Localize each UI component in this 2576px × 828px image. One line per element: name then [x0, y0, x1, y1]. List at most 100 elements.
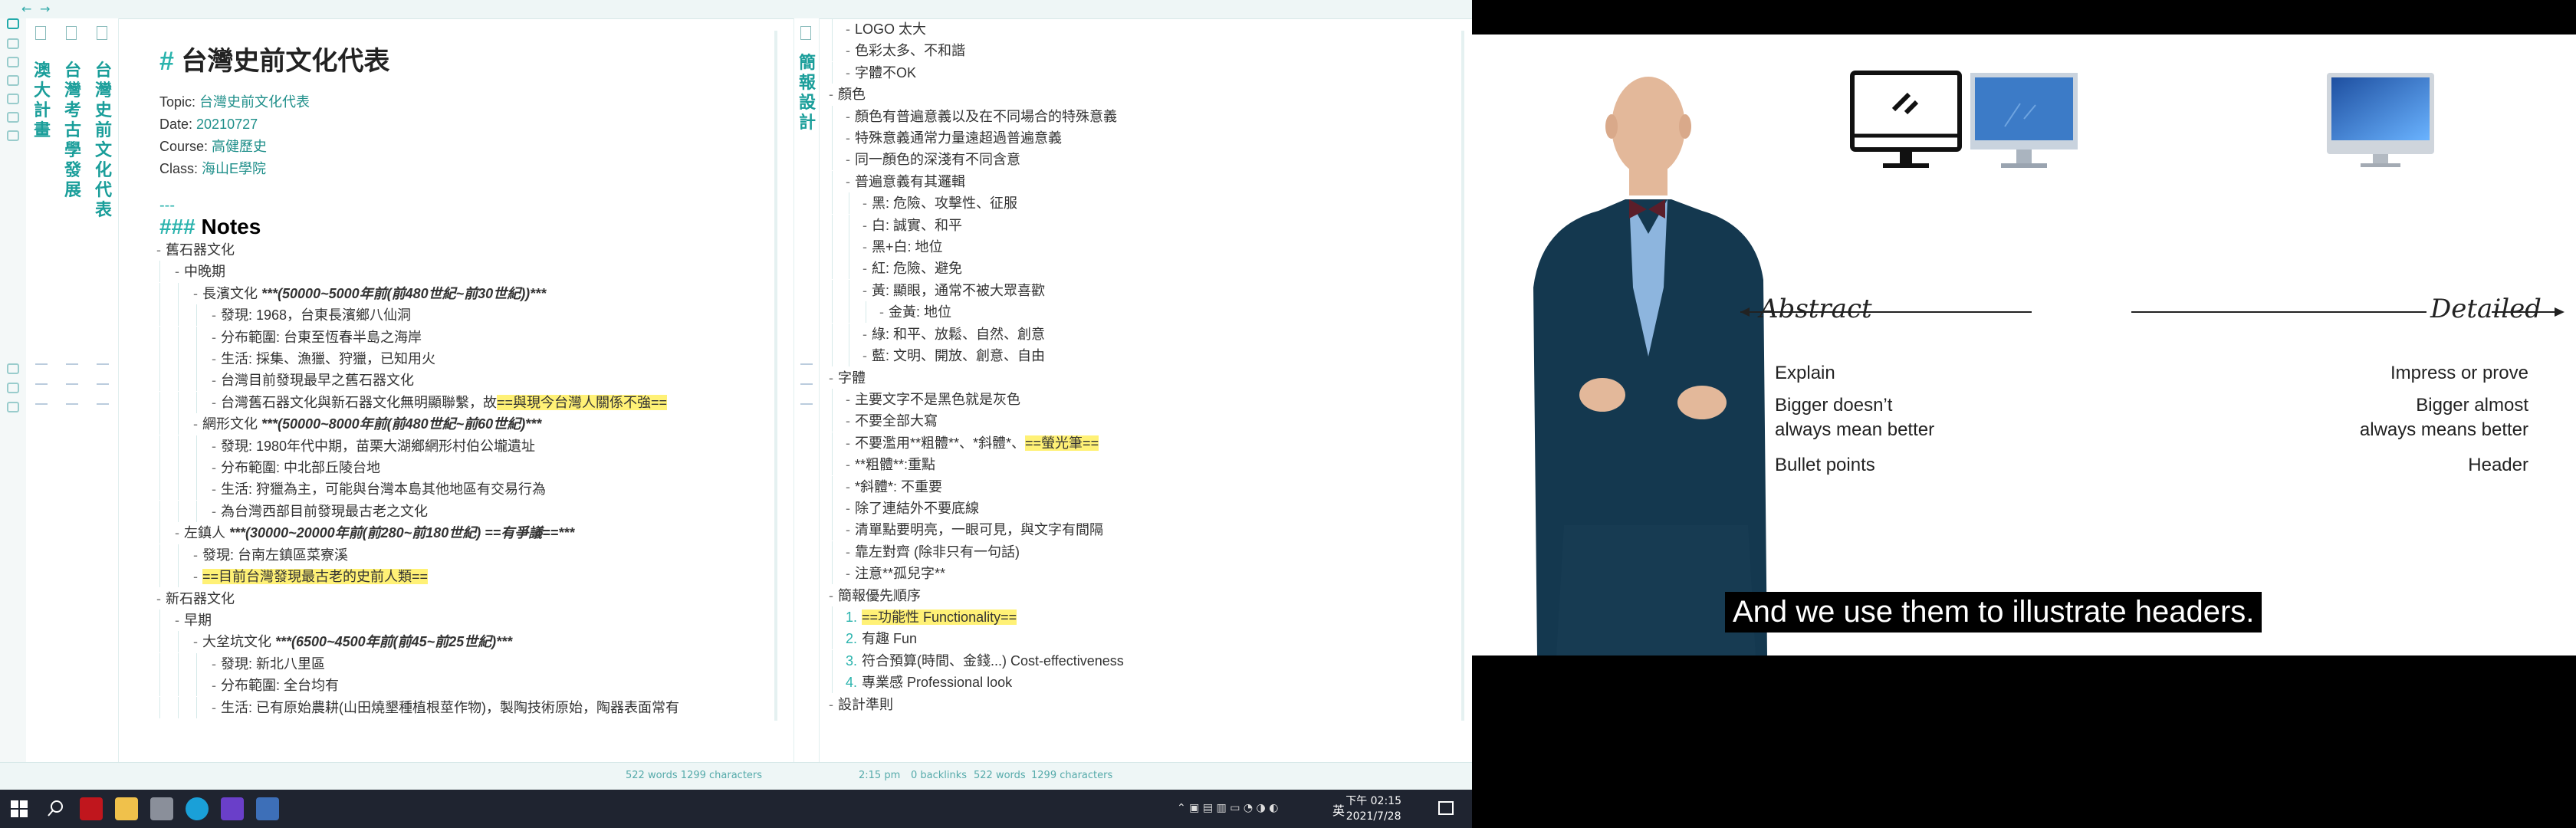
back-arrow-icon[interactable]: ← [21, 2, 31, 16]
edge-browser-icon[interactable] [186, 797, 209, 820]
outline-item[interactable]: 2. 有趣 Fun [820, 628, 1464, 650]
vault-switch-icon[interactable] [7, 383, 19, 393]
outline-item[interactable]: - 顏色 [820, 84, 1464, 105]
stacked-tab-1[interactable]: 澳大計畫 [26, 18, 58, 762]
outline-item[interactable]: - 同一顏色的深淺有不同含意 [820, 149, 1464, 171]
outline-item[interactable]: - 發現: 1968，台東長濱鄉八仙洞 [153, 304, 774, 327]
outline-item[interactable]: 4. 專業感 Professional look [820, 672, 1464, 694]
outline-item[interactable]: - 除了連結外不要底線 [820, 497, 1464, 519]
input-language[interactable]: 英 [1332, 800, 1345, 819]
outline-item[interactable]: - 主要文字不是黑色就是灰色 [820, 388, 1464, 410]
outline-item[interactable]: - 舊石器文化 [153, 239, 774, 261]
settings-icon[interactable] [7, 402, 19, 412]
outline-item[interactable]: - 紅: 危險、避免 [820, 258, 1464, 280]
outline-item[interactable]: - 字體 [820, 367, 1464, 389]
close-icon[interactable] [800, 383, 813, 385]
outline-item[interactable]: - 藍: 文明、開放、創意、自由 [820, 345, 1464, 367]
outline-item[interactable]: - 靠左對齊 (除非只有一句話) [820, 540, 1464, 563]
outline-item[interactable]: - 黑+白: 地位 [820, 236, 1464, 258]
outline-item[interactable]: - 台灣目前發現最早之舊石器文化 [153, 370, 774, 392]
outline-item[interactable]: - 字體不OK [820, 61, 1464, 84]
file-explorer-icon[interactable] [115, 797, 138, 820]
outline-item[interactable]: - 為台灣西部目前發現最古老之文化 [153, 500, 774, 522]
close-icon[interactable] [66, 383, 78, 385]
search-icon[interactable] [44, 797, 67, 820]
more-icon[interactable] [97, 403, 109, 405]
outline-item[interactable]: - 生活: 已有原始農耕(山田燒墾種植根莖作物)，製陶技術原始，陶器表面常有 [153, 696, 774, 718]
app-gray-icon[interactable] [150, 797, 173, 820]
outline-item[interactable]: - 新石器文化 [153, 588, 774, 610]
templates-icon[interactable] [7, 112, 19, 123]
outline-item[interactable]: - 顏色有普遍意義以及在不同場合的特殊意義 [820, 105, 1464, 127]
outline-item[interactable]: - 普遍意義有其邏輯 [820, 170, 1464, 192]
stacked-tab-3[interactable]: 台灣史前文化代表 [87, 18, 119, 762]
more-icon[interactable] [66, 403, 78, 405]
outline-item[interactable]: - 大坌坑文化 ***(6500~4500年前(前45~前25世紀)*** [153, 631, 774, 653]
close-icon[interactable] [97, 383, 109, 385]
outline-item[interactable]: - 金黃: 地位 [820, 301, 1464, 324]
command-icon[interactable] [7, 130, 19, 141]
outline-item[interactable]: - 黑: 危險、攻擊性、征服 [820, 192, 1464, 215]
open-vault-icon[interactable] [7, 38, 19, 49]
graph-icon[interactable] [7, 57, 19, 67]
more-icon[interactable] [800, 403, 813, 405]
outline-item[interactable]: - *斜體*: 不重要 [820, 475, 1464, 498]
outline-item[interactable]: - 中晚期 [153, 261, 774, 283]
link-icon[interactable] [35, 363, 48, 365]
link-icon[interactable] [66, 363, 78, 365]
notification-icon[interactable] [1438, 801, 1454, 815]
outline-item[interactable]: - 發現: 台南左鎮區菜寮溪 [153, 544, 774, 566]
note-editor-pane[interactable]: # 台灣史前文化代表 Topic: 台灣史前文化代表 Date: 20210727… [153, 18, 774, 762]
outline-item[interactable]: - 白: 誠實、和平 [820, 214, 1464, 236]
more-icon[interactable] [35, 403, 48, 405]
outline-item[interactable]: 3. 符合預算(時間、金錢...) Cost-effectiveness [820, 649, 1464, 672]
stacked-tab-4[interactable]: 簡報設計 [794, 18, 820, 762]
outline-item[interactable]: - 注意**孤兒字** [820, 563, 1464, 585]
system-tray[interactable]: ⌃ ▣ ▤ ▥ ▭ ◔ ◑ ◐ [1177, 802, 1278, 814]
outline-item[interactable]: - 台灣舊石器文化與新石器文化無明顯聯繫，故==與現今台灣人關係不強== [153, 391, 774, 413]
outline-item[interactable]: - 特殊意義通常力量遠超過普遍意義 [820, 127, 1464, 150]
outline-item[interactable]: - 設計準則 [820, 694, 1464, 715]
backlinks-count[interactable]: 0 backlinks [911, 770, 967, 781]
outline-item[interactable]: - 生活: 採集、漁獵、狩獵，已知用火 [153, 348, 774, 370]
app-stack-icon[interactable] [256, 797, 279, 820]
outline-item[interactable]: - 網形文化 ***(50000~8000年前(前480世紀~前60世紀)*** [153, 413, 774, 435]
close-icon[interactable] [35, 383, 48, 385]
app-red-icon[interactable] [80, 797, 103, 820]
link-icon[interactable] [800, 363, 813, 365]
help-icon[interactable] [7, 363, 19, 374]
outline-scrollbar[interactable] [1461, 31, 1464, 721]
outline-editor-pane[interactable]: - LOGO 太大 - 色彩太多、不和諧 - 字體不OK - 顏色 - 顏色有普遍意義以及在不同場… [819, 18, 1464, 762]
outline-item[interactable]: - 不要全部大寫 [820, 410, 1464, 432]
windows-start-icon[interactable] [8, 797, 31, 820]
obsidian-icon[interactable] [221, 797, 244, 820]
outline-item[interactable]: - 黃: 顯眼，通常不被大眾喜歡 [820, 279, 1464, 301]
outline-item[interactable]: - **粗體**:重點 [820, 454, 1464, 476]
outline-item[interactable]: - 清單點要明亮，一眼可見，與文字有間隔 [820, 519, 1464, 541]
outline-item[interactable]: - 色彩太多、不和諧 [820, 40, 1464, 62]
outline-item[interactable]: - 發現: 新北八里區 [153, 652, 774, 675]
editor-scrollbar[interactable] [774, 31, 777, 721]
outline-item[interactable]: - 分布範圍: 中北部丘陵台地 [153, 457, 774, 479]
link-icon[interactable] [97, 363, 109, 365]
outline-item[interactable]: - 發現: 1980年代中期，苗栗大湖鄉網形村伯公壠遺址 [153, 435, 774, 457]
outline-item[interactable]: - 早期 [153, 609, 774, 631]
new-note-icon[interactable] [7, 18, 19, 29]
outline-item[interactable]: - 不要濫用**粗體**、*斜體*、==螢光筆== [820, 432, 1464, 454]
outline-item[interactable]: - ==目前台灣發現最古老的史前人類== [153, 566, 774, 588]
outline-item[interactable]: - 綠: 和平、放鬆、自然、創意 [820, 323, 1464, 345]
stacked-tab-2[interactable]: 台灣考古學發展 [57, 18, 88, 762]
forward-arrow-icon[interactable]: → [40, 2, 50, 16]
random-note-icon[interactable] [7, 75, 19, 86]
outline-item[interactable]: - 生活: 狩獵為主，可能與台灣本島其他地區有交易行為 [153, 478, 774, 501]
outline-item[interactable]: - LOGO 太大 [820, 18, 1464, 40]
outline-item[interactable]: 1. ==功能性 Functionality== [820, 606, 1464, 628]
outline-item[interactable]: - 分布範圍: 台東至恆春半島之海岸 [153, 326, 774, 348]
outline-item[interactable]: - 分布範圍: 全台均有 [153, 675, 774, 697]
outline-item[interactable]: - 簡報優先順序 [820, 585, 1464, 606]
daily-note-icon[interactable] [7, 94, 19, 104]
outline-item[interactable]: - 左鎮人 ***(30000~20000年前(前280~前180世紀) ==有爭… [153, 522, 774, 544]
video-player[interactable]: Abstract Detailed Explain Bigger doesn’t… [1472, 0, 2576, 828]
taskbar-clock[interactable]: 下午 02:15 2021/7/28 [1346, 794, 1401, 824]
outline-item[interactable]: - 長濱文化 ***(50000~5000年前(前480世紀~前30世紀))*** [153, 282, 774, 304]
